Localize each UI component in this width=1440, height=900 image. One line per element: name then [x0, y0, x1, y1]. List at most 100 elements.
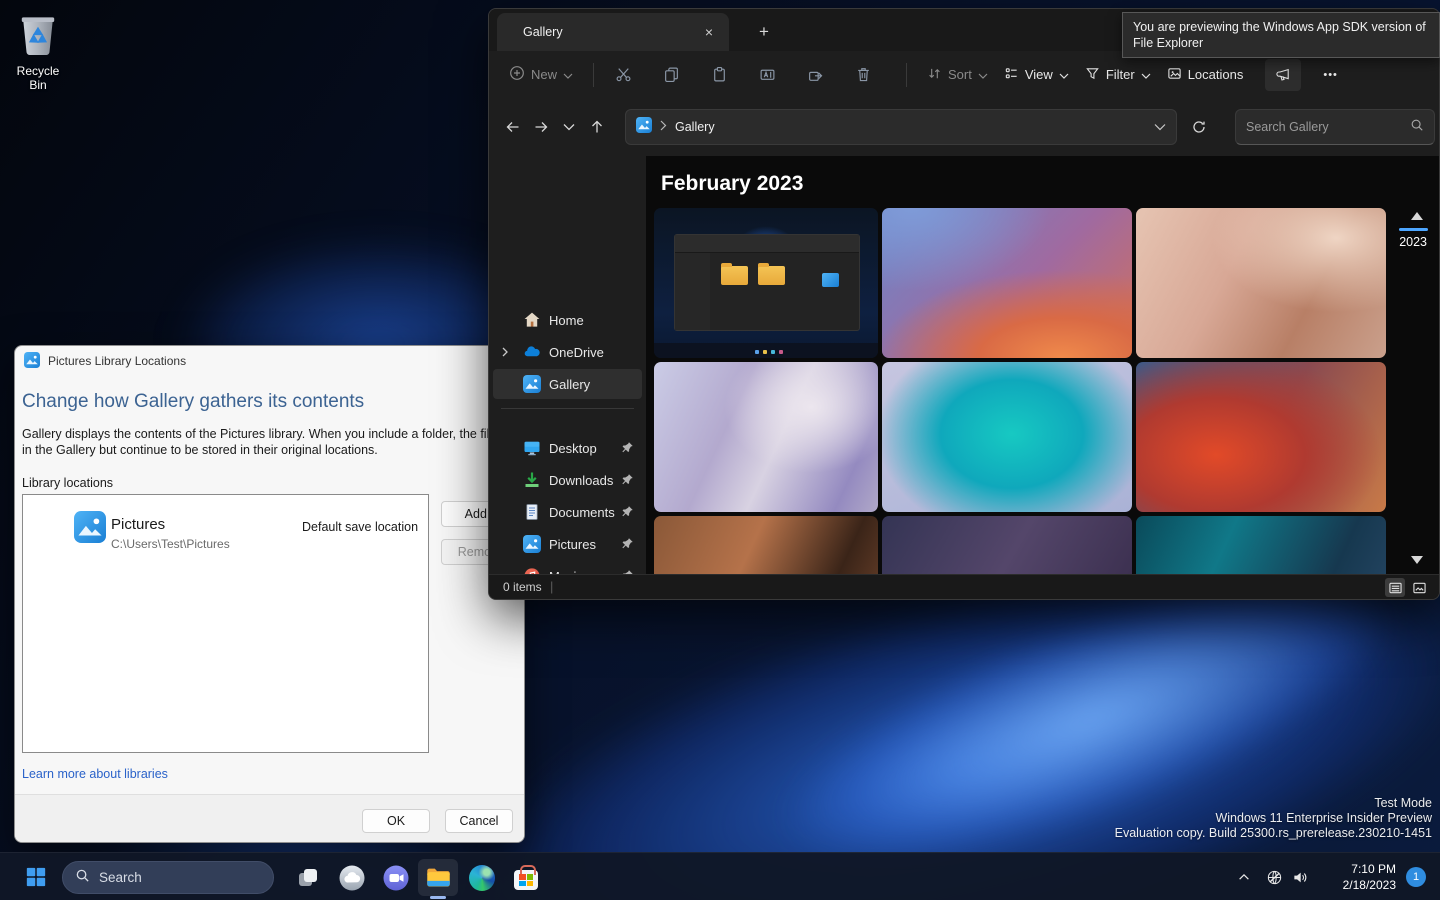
learn-more-link[interactable]: Learn more about libraries — [22, 767, 168, 781]
dialog-footer: OK Cancel — [15, 794, 524, 842]
sidebar-item-home[interactable]: Home — [493, 305, 642, 335]
rename-button[interactable] — [750, 59, 784, 91]
sidebar-item-onedrive[interactable]: OneDrive — [493, 337, 642, 367]
filter-button[interactable]: Filter — [1077, 60, 1159, 90]
network-no-internet-icon[interactable] — [1260, 861, 1288, 893]
sidebar-item-music[interactable]: Music — [493, 561, 642, 574]
dialog-body-line: Gallery displays the contents of the Pic… — [22, 427, 525, 443]
sidebar-item-label: Gallery — [549, 377, 590, 392]
recycle-bin-desktop-icon[interactable]: Recycle Bin — [8, 10, 68, 92]
watermark-line: Test Mode — [1115, 796, 1432, 811]
forward-button[interactable] — [527, 113, 555, 141]
locations-label: Locations — [1188, 67, 1244, 82]
tab-gallery[interactable]: Gallery × — [497, 13, 729, 51]
see-more-button[interactable]: ••• — [1317, 63, 1344, 87]
delete-button[interactable] — [846, 59, 880, 91]
address-bar: Gallery Search Gallery — [489, 98, 1439, 156]
dialog-title: Pictures Library Locations — [48, 354, 186, 368]
sidebar-item-desktop[interactable]: Desktop — [493, 433, 642, 463]
large-thumbnails-view-button[interactable] — [1409, 578, 1429, 597]
refresh-button[interactable] — [1185, 113, 1213, 141]
library-locations-label: Library locations — [22, 476, 113, 490]
sidebar-item-label: OneDrive — [549, 345, 604, 360]
timeline-scroll-down-icon[interactable] — [1411, 556, 1423, 564]
microsoft-store-button[interactable] — [506, 859, 546, 896]
library-locations-list[interactable]: Pictures C:\Users\Test\Pictures Default … — [22, 494, 429, 753]
view-label: View — [1025, 67, 1053, 82]
sidebar-item-documents[interactable]: Documents — [493, 497, 642, 527]
breadcrumb-location[interactable]: Gallery — [675, 120, 1146, 134]
timeline-scroll-up-icon[interactable] — [1411, 212, 1423, 220]
dialog-body-line: in the Gallery but continue to be stored… — [22, 443, 525, 459]
new-button[interactable]: New — [501, 59, 581, 90]
gallery-thumbnail[interactable] — [882, 208, 1132, 358]
dialog-titlebar[interactable]: Pictures Library Locations — [15, 346, 524, 376]
address-dropdown-chevron[interactable] — [1154, 118, 1166, 136]
gallery-thumbnail[interactable] — [654, 362, 878, 512]
chat-button[interactable] — [376, 859, 416, 896]
up-button[interactable] — [583, 113, 611, 141]
toolbar-divider — [906, 63, 907, 87]
file-explorer-taskbar-button[interactable] — [418, 859, 458, 896]
gallery-thumbnail[interactable] — [882, 516, 1132, 574]
downloads-icon — [523, 471, 541, 489]
task-view-button[interactable] — [288, 859, 328, 896]
status-divider: | — [550, 579, 553, 594]
gallery-thumbnail[interactable] — [1136, 362, 1386, 512]
share-button[interactable] — [798, 59, 832, 91]
timeline-year-label: 2023 — [1399, 235, 1427, 249]
view-button[interactable]: View — [996, 60, 1077, 90]
cut-button[interactable] — [606, 59, 640, 91]
onedrive-cloud-icon — [523, 343, 541, 361]
gallery-thumbnail-screenshot[interactable] — [654, 208, 878, 358]
edge-button[interactable] — [462, 859, 502, 896]
mini-sidebar — [675, 253, 710, 330]
close-tab-icon[interactable]: × — [699, 22, 719, 42]
paste-button[interactable] — [702, 59, 736, 91]
clock[interactable]: 7:10 PM 2/18/2023 — [1343, 861, 1396, 893]
pictures-icon — [74, 511, 106, 546]
widgets-button[interactable] — [332, 859, 372, 896]
gallery-thumbnail[interactable] — [654, 516, 878, 574]
details-view-button[interactable] — [1385, 578, 1405, 597]
taskbar-search-box[interactable]: Search — [62, 861, 274, 894]
items-count: 0 items — [503, 580, 542, 594]
ok-button[interactable]: OK — [362, 809, 430, 833]
locations-button[interactable]: Locations — [1159, 60, 1252, 90]
dialog-heading: Change how Gallery gathers its contents — [22, 391, 364, 413]
search-icon — [75, 868, 90, 888]
gallery-thumbnail[interactable] — [882, 362, 1132, 512]
chevron-right-icon[interactable] — [499, 345, 511, 363]
recent-locations-chevron[interactable] — [555, 113, 583, 141]
notification-badge[interactable]: 1 — [1406, 867, 1426, 887]
new-label: New — [531, 67, 557, 82]
pin-icon — [621, 441, 634, 459]
sidebar-item-pictures[interactable]: Pictures — [493, 529, 642, 559]
library-item-name[interactable]: Pictures — [111, 516, 165, 533]
search-box[interactable]: Search Gallery — [1235, 109, 1435, 145]
copy-button[interactable] — [654, 59, 688, 91]
cancel-button[interactable]: Cancel — [445, 809, 513, 833]
sidebar-item-gallery[interactable]: Gallery — [493, 369, 642, 399]
sort-button[interactable]: Sort — [919, 60, 996, 90]
tray-show-hidden-icons-button[interactable] — [1230, 861, 1258, 893]
gallery-thumbnail[interactable] — [1136, 208, 1386, 358]
sidebar-item-downloads[interactable]: Downloads — [493, 465, 642, 495]
watermark-line: Evaluation copy. Build 25300.rs_prerelea… — [1115, 826, 1432, 841]
new-tab-button[interactable]: + — [751, 19, 777, 45]
breadcrumb-bar[interactable]: Gallery — [625, 109, 1177, 145]
file-explorer-window: Gallery × + New — [488, 8, 1440, 600]
pictures-icon — [24, 352, 40, 371]
gallery-thumbnail[interactable] — [1136, 516, 1386, 574]
tray-date: 2/18/2023 — [1343, 877, 1396, 893]
home-icon — [523, 311, 541, 329]
volume-icon[interactable] — [1286, 861, 1314, 893]
start-button[interactable] — [16, 861, 56, 893]
documents-icon — [523, 503, 541, 521]
search-icon — [1410, 118, 1424, 137]
sidebar-item-label: Home — [549, 313, 584, 328]
back-button[interactable] — [499, 113, 527, 141]
feedback-megaphone-button[interactable] — [1265, 59, 1301, 91]
timeline-indicator — [1399, 228, 1428, 231]
default-save-location-badge: Default save location — [302, 520, 418, 534]
